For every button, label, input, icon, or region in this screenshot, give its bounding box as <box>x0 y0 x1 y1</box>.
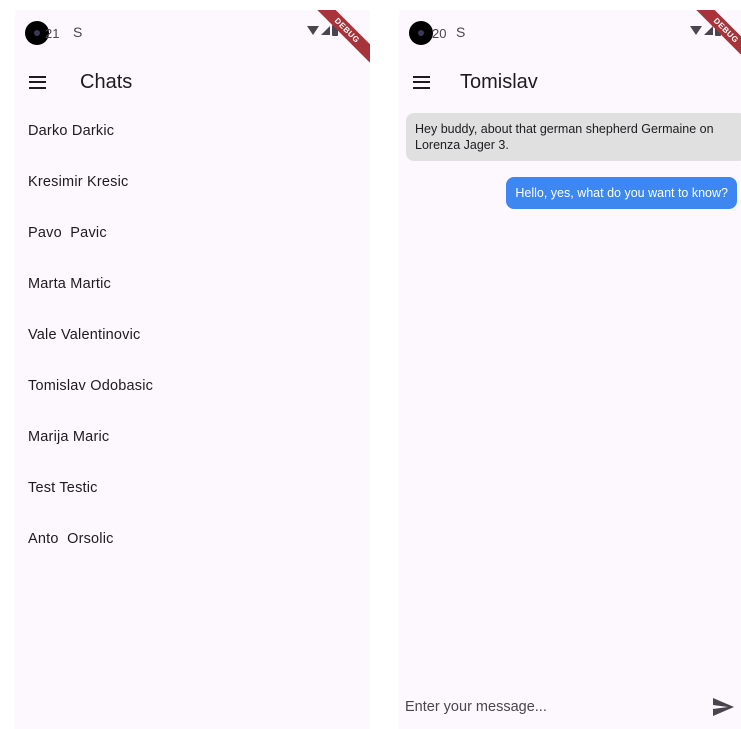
chat-item[interactable]: Kresimir Kresic <box>15 157 370 208</box>
outgoing-message: Hello, yes, what do you want to know? <box>506 177 737 209</box>
status-bar: 20 S DEBUG <box>399 10 741 67</box>
chat-item[interactable]: Marta Martic <box>15 259 370 310</box>
page-title: Tomislav <box>460 70 538 93</box>
chat-item[interactable]: Pavo Pavic <box>15 208 370 259</box>
status-time: 21 <box>45 26 60 41</box>
status-bar: 21 S DEBUG <box>15 10 370 67</box>
app-bar: Chats <box>15 54 370 110</box>
conversation-screen: 20 S DEBUG Tomislav Hey buddy, about tha… <box>399 10 741 729</box>
notification-icon: S <box>456 24 466 40</box>
chat-item[interactable]: Darko Darkic <box>15 106 370 157</box>
message-composer <box>399 685 741 729</box>
message-input[interactable] <box>399 698 711 716</box>
camera-cutout-icon <box>409 21 433 45</box>
status-time: 20 <box>432 26 447 41</box>
chat-item[interactable]: Tomislav Odobasic <box>15 361 370 412</box>
incoming-message: Hey buddy, about that german shepherd Ge… <box>406 113 741 161</box>
chat-item[interactable]: Anto Orsolic <box>15 514 370 565</box>
signal-icon <box>704 26 713 35</box>
notification-icon: S <box>73 24 83 40</box>
chat-item[interactable]: Test Testic <box>15 463 370 514</box>
chat-item[interactable]: Marija Maric <box>15 412 370 463</box>
send-icon[interactable] <box>711 695 735 719</box>
page-title: Chats <box>80 70 133 93</box>
chat-list: Darko Darkic Kresimir Kresic Pavo Pavic … <box>15 106 370 565</box>
app-bar: Tomislav <box>399 54 741 110</box>
wifi-icon <box>307 26 319 35</box>
menu-icon[interactable] <box>413 75 430 89</box>
menu-icon[interactable] <box>29 75 46 89</box>
chat-item[interactable]: Vale Valentinovic <box>15 310 370 361</box>
wifi-icon <box>690 26 702 35</box>
signal-icon <box>321 26 330 35</box>
chat-list-screen: 21 S DEBUG Chats Darko Darkic Kresimir K… <box>15 10 370 729</box>
